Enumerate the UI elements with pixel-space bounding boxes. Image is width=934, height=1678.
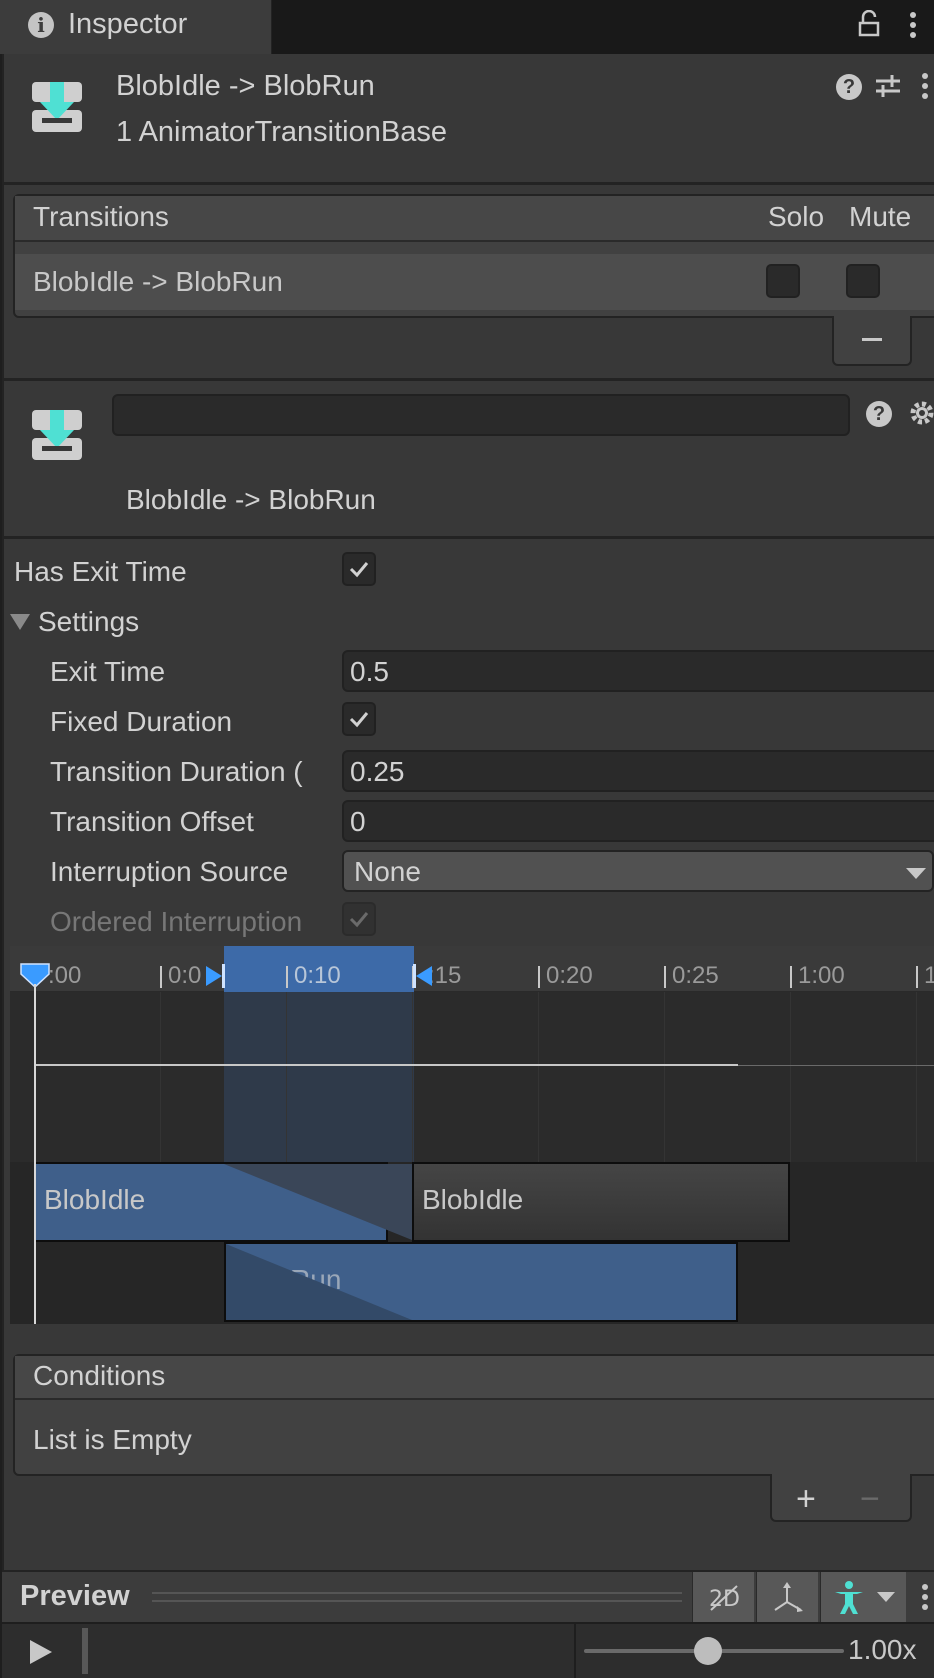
transition-row-label: BlobIdle -> BlobRun: [33, 266, 283, 297]
transition-duration-label: Transition Duration (: [50, 756, 303, 787]
drag-handle-line: [152, 1592, 682, 1594]
playhead-line: [34, 984, 36, 1324]
exit-time-label: Exit Time: [50, 656, 166, 687]
preview-header[interactable]: Preview 2D: [2, 1570, 934, 1624]
playback-bar: 1.00x: [2, 1622, 934, 1678]
exit-time-input[interactable]: 0.5: [342, 650, 934, 692]
chevron-down-icon: [877, 1592, 895, 1602]
tick-label: 0:10: [294, 962, 341, 989]
info-icon: i: [28, 12, 54, 38]
divider: [2, 378, 934, 381]
preview-title: Preview: [20, 1580, 130, 1612]
preview-more-icon[interactable]: [920, 1582, 930, 1614]
exit-time-value: 0.5: [350, 656, 389, 687]
weight-curve-line: [34, 1064, 738, 1066]
solo-column-label: Solo: [768, 201, 825, 232]
transition-end-marker-icon[interactable]: [412, 964, 434, 988]
header-subtitle: 1 AnimatorTransitionBase: [116, 116, 447, 148]
transition-offset-label: Transition Offset: [50, 806, 254, 837]
tick-label: 1: [924, 962, 934, 989]
avatar-dropdown-button[interactable]: [820, 1572, 906, 1624]
header-more-icon[interactable]: [920, 72, 930, 102]
transition-start-marker-icon[interactable]: [204, 964, 226, 988]
speed-value: 1.00x: [848, 1634, 917, 1665]
divider: [574, 1624, 576, 1678]
transition-fade-in: [226, 1244, 412, 1320]
tick-label: 0:20: [546, 962, 593, 989]
remove-condition-button[interactable]: −: [860, 1480, 880, 1519]
remove-transition-button[interactable]: [832, 316, 912, 366]
tab-inspector[interactable]: i Inspector: [0, 0, 272, 54]
transition-duration-value: 0.25: [350, 756, 405, 787]
source-clip-repeat-label: BlobIdle: [422, 1184, 524, 1215]
interruption-source-value: None: [354, 856, 421, 887]
play-icon[interactable]: [28, 1638, 54, 1666]
speed-slider-thumb[interactable]: [694, 1637, 722, 1665]
interruption-source-label: Interruption Source: [50, 856, 289, 887]
gear-icon[interactable]: [908, 398, 934, 428]
more-options-icon[interactable]: [906, 10, 920, 42]
transitions-header-label: Transitions: [33, 201, 169, 232]
transition-fade-out: [224, 1164, 412, 1240]
header-title: BlobIdle -> BlobRun: [116, 70, 375, 102]
lock-icon[interactable]: [858, 10, 882, 38]
has-exit-time-checkbox[interactable]: [342, 552, 376, 586]
source-clip-repeat[interactable]: BlobIdle: [412, 1162, 790, 1242]
settings-foldout-label[interactable]: Settings: [38, 606, 139, 638]
tick-label: :00: [48, 962, 82, 989]
minus-icon: [862, 338, 882, 341]
tick-label: 0:25: [672, 962, 719, 989]
tab-label: Inspector: [68, 8, 188, 40]
axis-icon: [774, 1582, 803, 1612]
has-exit-time-label: Has Exit Time: [14, 556, 187, 587]
transition-label: BlobIdle -> BlobRun: [126, 484, 376, 515]
tick-label: 1:00: [798, 962, 845, 989]
checkmark-icon: [349, 562, 369, 578]
fixed-duration-label: Fixed Duration: [50, 706, 233, 737]
weight-curve-line: [738, 1065, 934, 1066]
preset-sliders-icon[interactable]: [874, 72, 902, 100]
mute-column-label: Mute: [849, 201, 912, 232]
pivot-toggle-button[interactable]: 2D: [692, 1572, 754, 1624]
add-condition-button[interactable]: +: [796, 1480, 816, 1519]
transition-download-icon: [32, 82, 82, 132]
checkmark-icon: [349, 912, 369, 928]
help-icon[interactable]: ?: [836, 74, 862, 100]
divider: [2, 182, 934, 185]
transition-duration-input[interactable]: 0.25: [342, 750, 934, 792]
transition-offset-input[interactable]: 0: [342, 800, 934, 842]
tab-bar: i Inspector: [0, 0, 934, 54]
ordered-interruption-checkbox: [342, 902, 376, 936]
solo-checkbox[interactable]: [766, 264, 800, 298]
playback-scrubber[interactable]: [82, 1628, 88, 1674]
mute-checkbox[interactable]: [846, 264, 880, 298]
conditions-footer: + −: [770, 1474, 912, 1522]
conditions-empty-text: List is Empty: [33, 1424, 192, 1455]
checkmark-icon: [349, 712, 369, 728]
chevron-down-icon: [906, 868, 926, 879]
transition-name-input[interactable]: [112, 394, 850, 436]
timeline-ruler: [10, 946, 934, 992]
transition-download-icon: [32, 410, 82, 460]
foldout-arrow-icon[interactable]: [10, 612, 30, 630]
source-clip-label: BlobIdle: [44, 1184, 146, 1215]
humanoid-avatar-icon: [835, 1581, 863, 1614]
conditions-header-label: Conditions: [33, 1360, 166, 1391]
divider: [2, 536, 934, 539]
tick-label: 0:0: [168, 962, 202, 989]
fixed-duration-checkbox[interactable]: [342, 702, 376, 736]
transition-range-region: [224, 992, 414, 1162]
interruption-source-dropdown[interactable]: None: [342, 850, 934, 892]
drag-handle-line: [152, 1600, 682, 1602]
axis-button[interactable]: [756, 1572, 818, 1624]
transition-timeline[interactable]: :00 0:0 0:10 :15 0:20 0:25 1:00 1 BlobId…: [10, 946, 934, 1324]
transition-offset-value: 0: [350, 806, 366, 837]
no-pivot-icon: 2D: [709, 1585, 740, 1612]
ordered-interruption-label: Ordered Interruption: [50, 906, 303, 937]
help-icon[interactable]: ?: [866, 401, 892, 427]
